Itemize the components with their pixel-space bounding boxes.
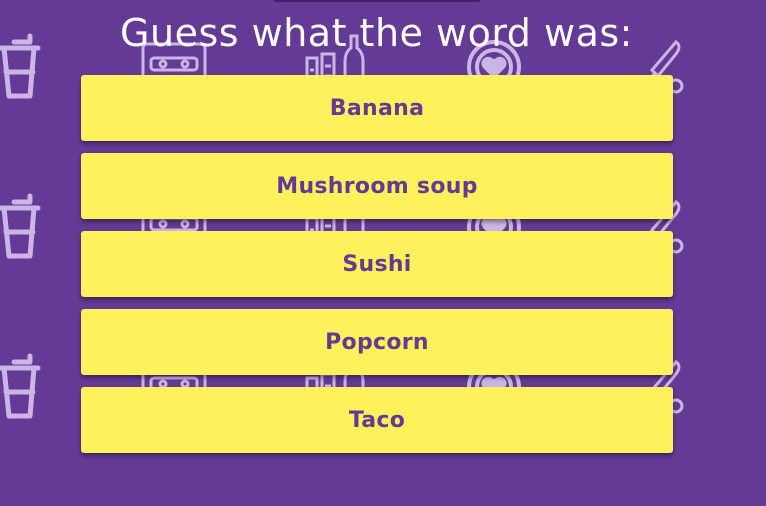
answer-option-popcorn[interactable]: Popcorn (81, 309, 673, 375)
answer-options: Banana Mushroom soup Sushi Popcorn Taco (81, 75, 673, 453)
answer-option-mushroom-soup[interactable]: Mushroom soup (81, 153, 673, 219)
top-tab (274, 0, 480, 2)
answer-option-sushi[interactable]: Sushi (81, 231, 673, 297)
question-title: Guess what the word was: (120, 11, 633, 55)
answer-option-banana[interactable]: Banana (81, 75, 673, 141)
answer-option-taco[interactable]: Taco (81, 387, 673, 453)
cup-icon (0, 196, 38, 256)
cup-icon (0, 356, 38, 416)
